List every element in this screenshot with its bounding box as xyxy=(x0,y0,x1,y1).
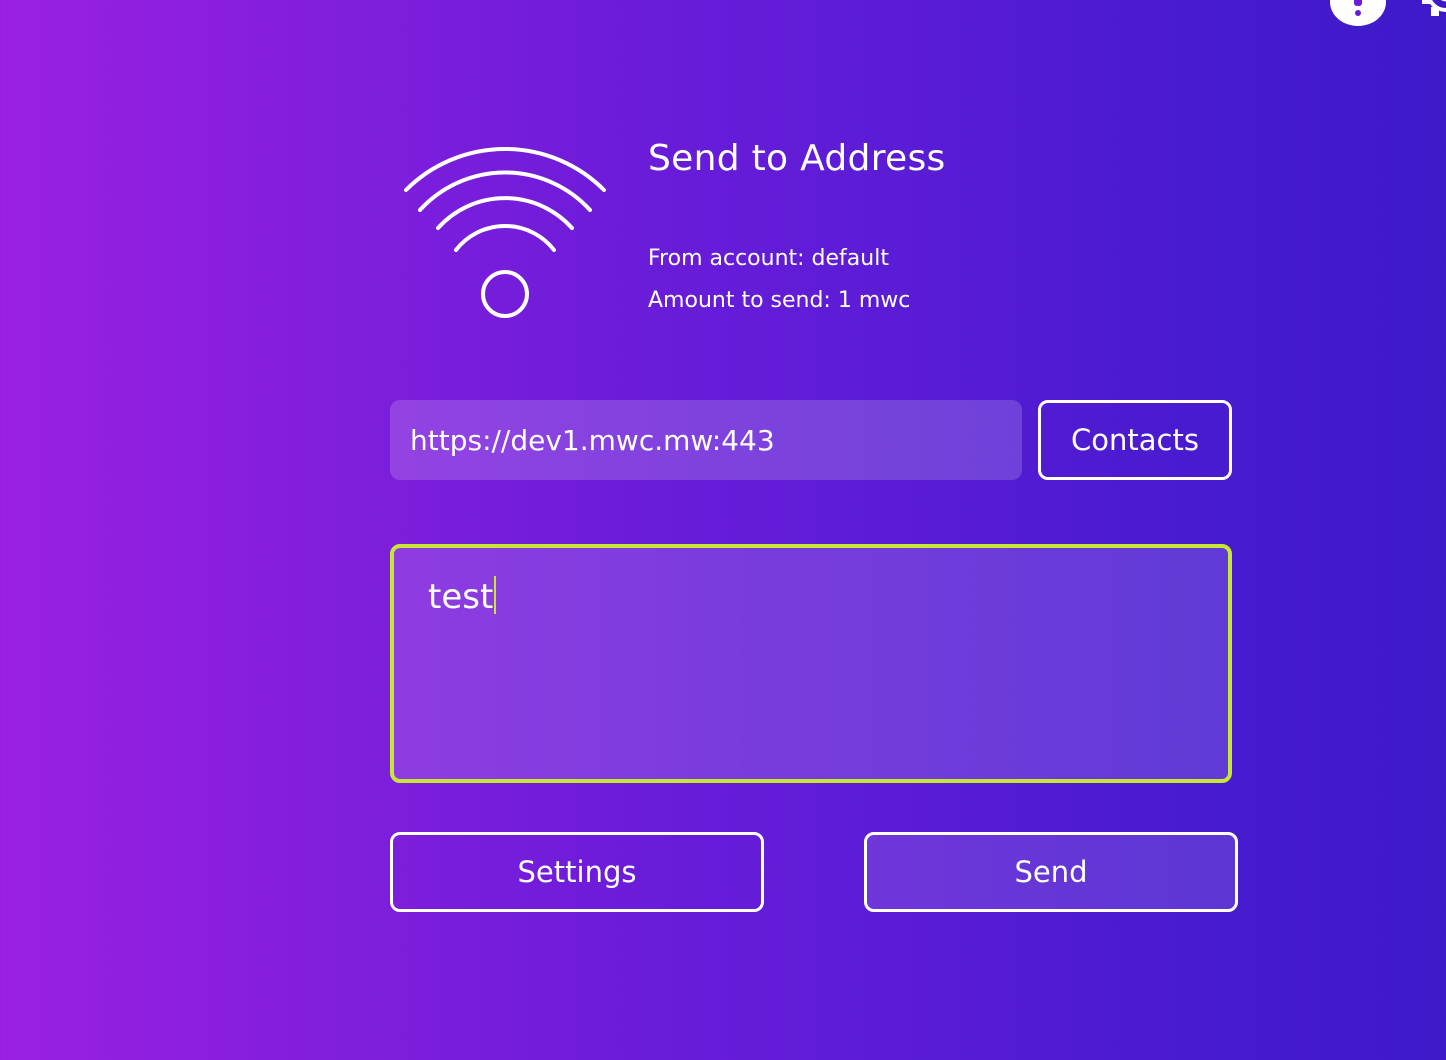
wifi-icon xyxy=(404,147,606,318)
text-cursor xyxy=(494,576,497,614)
message-textarea[interactable]: test xyxy=(390,544,1232,783)
contacts-button[interactable]: Contacts xyxy=(1038,400,1232,480)
amount-label: Amount to send: 1 mwc xyxy=(648,288,911,313)
settings-button[interactable]: Settings xyxy=(390,832,764,912)
gear-icon[interactable] xyxy=(1416,0,1446,24)
from-account-label: From account: default xyxy=(648,246,889,271)
info-icon-dot xyxy=(1355,10,1361,16)
send-button[interactable]: Send xyxy=(864,832,1238,912)
page-title: Send to Address xyxy=(648,138,946,179)
top-toolbar xyxy=(1286,0,1446,38)
address-input[interactable] xyxy=(390,400,1022,480)
message-text: test xyxy=(428,577,494,617)
info-icon[interactable] xyxy=(1330,0,1386,26)
info-icon-mark xyxy=(1354,0,1362,6)
